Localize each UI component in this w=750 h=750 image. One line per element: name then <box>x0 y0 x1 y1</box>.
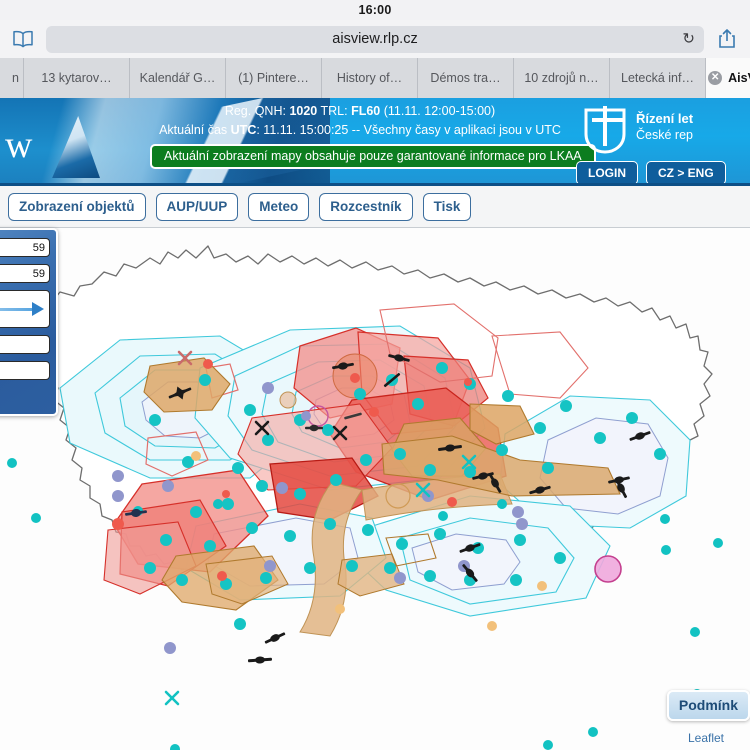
slider-arrow-icon[interactable] <box>32 302 44 316</box>
utc-prefix: Aktuální čas <box>159 123 231 137</box>
airplane-tail-graphic <box>52 116 100 178</box>
map-canvas <box>7 245 723 750</box>
browser-tab-strip: n 13 kytarov… Kalendář G… (1) Pintere… H… <box>0 58 750 98</box>
slider-track[interactable] <box>0 307 33 311</box>
utc-value: : 11.11. 15:00:25 -- Všechny časy v apli… <box>256 123 561 137</box>
tab-label: 13 kytarov… <box>41 71 112 85</box>
book-icon <box>13 30 33 48</box>
toolbar-button-aup-uup[interactable]: AUP/UUP <box>155 192 239 221</box>
guarantee-banner: Aktuální zobrazení mapy obsahuje pouze g… <box>150 144 596 169</box>
app-root: 16:00 aisview.rlp.cz ↻ n 13 kytarov… Kal… <box>0 0 750 750</box>
ios-status-bar: 16:00 <box>0 0 750 20</box>
toolbar-button-rozcestnik[interactable]: Rozcestník <box>319 192 413 221</box>
tab-label: 10 zdrojů n… <box>524 71 599 85</box>
conditions-button[interactable]: Podmínk <box>666 690 750 721</box>
aisview-logo[interactable]: w <box>5 126 32 164</box>
map-toolbar: Zobrazení objektů AUP/UUP Meteo Rozcestn… <box>0 186 750 228</box>
share-icon <box>719 29 735 48</box>
qnh-validity: (11.11. 12:00-15:00) <box>380 104 496 118</box>
address-bar[interactable]: aisview.rlp.cz ↻ <box>46 25 704 53</box>
url-text: aisview.rlp.cz <box>332 31 418 47</box>
toolbar-button-zobrazeni-objektu[interactable]: Zobrazení objektů <box>8 192 146 221</box>
browser-tab[interactable]: 10 zdrojů n… <box>514 58 610 98</box>
browser-tab[interactable]: Démos tra… <box>418 58 514 98</box>
toolbar-button-meteo[interactable]: Meteo <box>248 192 310 221</box>
browser-tab-active[interactable]: ✕ AisView <box>706 58 750 98</box>
header-actions: LOGIN CZ > ENG <box>576 161 726 183</box>
browser-tab[interactable]: 13 kytarov… <box>24 58 130 98</box>
panel-time-slider[interactable] <box>0 290 50 328</box>
map-side-panel[interactable]: 59 59 <box>0 228 58 416</box>
utc-time-line: Aktuální čas UTC: 11.11. 15:00:25 -- Vše… <box>150 121 570 140</box>
org-name-block: Řízení let České rep <box>636 110 693 144</box>
browser-tab[interactable]: Kalendář G… <box>130 58 226 98</box>
login-button[interactable]: LOGIN <box>576 161 638 183</box>
utc-label: UTC <box>230 123 257 137</box>
qnh-value: 1020 <box>289 104 318 118</box>
org-name: Řízení let <box>636 111 694 126</box>
language-switch-button[interactable]: CZ > ENG <box>646 161 726 183</box>
org-subtitle: České rep <box>636 128 693 142</box>
toolbar-button-tisk[interactable]: Tisk <box>422 192 472 221</box>
bookmarks-button[interactable] <box>8 25 38 53</box>
panel-field-1[interactable]: 59 <box>0 238 50 257</box>
close-icon[interactable]: ✕ <box>708 71 723 85</box>
site-header: w Reg. QNH: 1020 TRL: FL60 (11.11. 12:00… <box>0 98 750 186</box>
trl-label: TRL: <box>317 104 352 118</box>
tab-label: Démos tra… <box>430 71 501 85</box>
rlp-logo-icon <box>584 106 626 154</box>
leaflet-map[interactable]: Podmínk Leaflet <box>0 228 750 750</box>
reload-icon[interactable]: ↻ <box>682 32 695 47</box>
tab-label: Letecká inf… <box>621 71 694 85</box>
panel-field-4[interactable] <box>0 361 50 380</box>
panel-field-2[interactable]: 59 <box>0 264 50 283</box>
tab-label: AisView <box>728 71 750 85</box>
panel-field-3[interactable] <box>0 335 50 354</box>
trl-value: FL60 <box>351 104 381 118</box>
tab-label: Kalendář G… <box>139 71 216 85</box>
browser-tab[interactable]: Letecká inf… <box>610 58 706 98</box>
qnh-prefix: Reg. QNH: <box>224 104 290 118</box>
browser-tab[interactable]: n <box>0 58 24 98</box>
tab-label: (1) Pintere… <box>238 71 309 85</box>
tab-label: n <box>12 71 19 85</box>
share-button[interactable] <box>712 25 742 53</box>
browser-tab[interactable]: History of… <box>322 58 418 98</box>
status-clock: 16:00 <box>358 3 392 17</box>
browser-toolbar: aisview.rlp.cz ↻ <box>0 20 750 58</box>
header-info-block: Reg. QNH: 1020 TRL: FL60 (11.11. 12:00-1… <box>150 102 596 169</box>
danger-circle-marker <box>594 555 622 583</box>
leaflet-attribution[interactable]: Leaflet <box>688 731 724 745</box>
qnh-trl-line: Reg. QNH: 1020 TRL: FL60 (11.11. 12:00-1… <box>150 102 570 121</box>
tab-label: History of… <box>336 71 403 85</box>
browser-tab[interactable]: (1) Pintere… <box>226 58 322 98</box>
